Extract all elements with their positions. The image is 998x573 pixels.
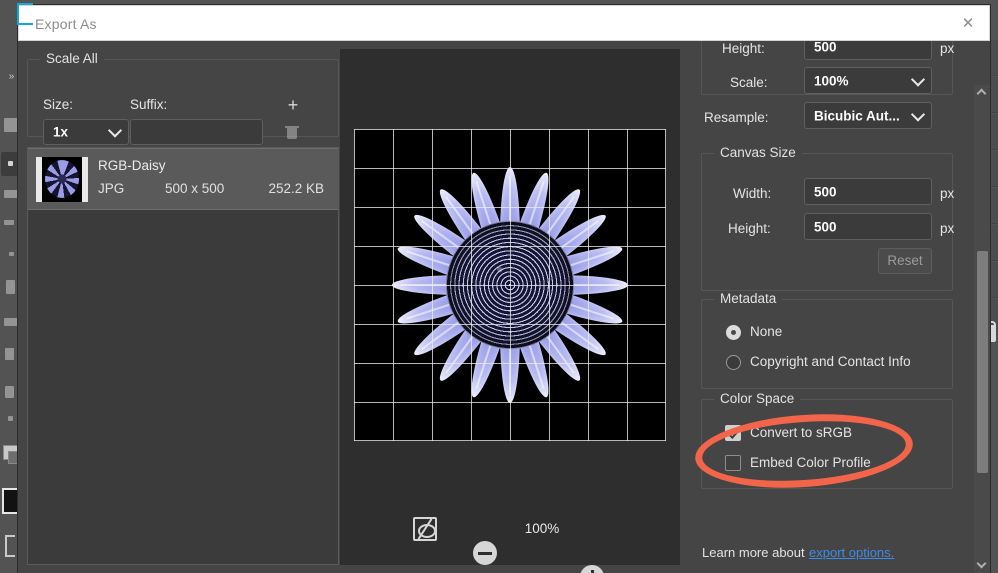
learn-more-text: Learn more about — [702, 545, 805, 560]
resample-select[interactable]: Bicubic Aut... — [804, 102, 932, 129]
suffix-input[interactable] — [130, 119, 263, 145]
export-file-list[interactable]: RGB-Daisy JPG 500 x 500 252.2 KB — [27, 147, 339, 565]
canvas-height-unit: px — [940, 221, 955, 236]
checkbox-convert-to-srgb[interactable] — [725, 425, 741, 441]
dialog-body: Scale All Size: Suffix: + 1x RGB-Daisy J… — [18, 41, 990, 573]
export-options-link[interactable]: export options. — [809, 545, 894, 560]
color-space-title: Color Space — [714, 391, 801, 406]
thumbnail-image — [45, 160, 79, 198]
scrollbar-thumb[interactable] — [977, 251, 988, 473]
canvas-width-value: 500 — [814, 184, 837, 199]
tool-type-icon[interactable] — [5, 386, 14, 398]
color-space-group: Color Space — [701, 391, 953, 489]
canvas-width-unit: px — [940, 186, 955, 201]
scale-select[interactable]: 100% — [804, 67, 932, 94]
film-strip-left — [36, 157, 42, 202]
canvas-height-value: 500 — [814, 219, 837, 234]
metadata-title: Metadata — [714, 291, 783, 306]
tool-pen-icon[interactable] — [5, 348, 14, 360]
chevron-down-icon — [910, 71, 926, 87]
focus-indicator — [17, 3, 33, 25]
film-strip-right — [82, 157, 88, 202]
fit-to-screen-icon[interactable] — [413, 517, 437, 541]
canvas-height-input[interactable]: 500 — [804, 213, 932, 240]
size-label: Size: — [43, 97, 74, 112]
zoom-level: 100% — [524, 521, 560, 536]
canvas-width-label: Width: — [733, 186, 772, 201]
thumbnail — [36, 157, 88, 202]
delete-size-button[interactable] — [285, 123, 299, 139]
export-as-dialog: Export As ✕ Scale All Size: Suffix: + 1x — [17, 3, 990, 573]
resample-label: Resample: — [704, 110, 769, 125]
list-item[interactable]: RGB-Daisy JPG 500 x 500 252.2 KB — [28, 148, 338, 210]
tool-brush-icon[interactable] — [4, 190, 18, 198]
file-dimensions: 500 x 500 — [165, 181, 225, 196]
file-format: JPG — [98, 181, 125, 196]
suffix-label: Suffix: — [130, 97, 168, 112]
size-select[interactable]: 1x — [43, 119, 129, 145]
metadata-group: Metadata — [701, 291, 953, 389]
scale-label: Scale: — [730, 75, 768, 90]
scale-select-value: 100% — [814, 73, 849, 88]
dialog-title: Export As — [35, 16, 97, 32]
canvas-size-title: Canvas Size — [714, 145, 802, 160]
add-size-button[interactable]: + — [284, 96, 302, 114]
convert-to-srgb-label: Convert to sRGB — [750, 425, 853, 440]
screen-mode-icon[interactable] — [5, 535, 15, 557]
tool-lasso-icon[interactable] — [4, 118, 18, 132]
image-height-input[interactable]: 500 — [804, 41, 932, 60]
left-column: Scale All Size: Suffix: + 1x RGB-Daisy J… — [27, 49, 339, 565]
radio-metadata-none[interactable] — [726, 325, 741, 340]
size-select-value: 1x — [53, 124, 69, 140]
preview-panel: 100% — [340, 49, 680, 573]
canvas-width-input[interactable]: 500 — [804, 178, 932, 205]
radio-metadata-copyright[interactable] — [726, 355, 741, 370]
tool-blur-icon[interactable] — [4, 318, 18, 326]
image-height-value: 500 — [814, 41, 837, 54]
preview-toolbar: 100% — [340, 517, 680, 573]
file-size: 252.2 KB — [268, 181, 324, 196]
dialog-titlebar: Export As ✕ — [17, 3, 990, 41]
file-name: RGB-Daisy — [98, 158, 166, 173]
tool-hand-icon[interactable] — [8, 416, 13, 421]
chevron-down-icon — [107, 123, 123, 138]
metadata-copyright-label: Copyright and Contact Info — [750, 354, 911, 369]
minus-circle-icon[interactable] — [473, 541, 497, 565]
scroll-down-icon[interactable] — [974, 557, 990, 573]
height-label: Height: — [722, 41, 765, 56]
resample-select-value: Bicubic Aut... — [814, 108, 900, 123]
tool-clone-icon[interactable] — [6, 280, 15, 294]
preview-grid-overlay — [354, 129, 666, 441]
embed-color-profile-label: Embed Color Profile — [750, 455, 871, 470]
height-unit: px — [940, 41, 955, 56]
close-icon[interactable]: ✕ — [957, 14, 979, 34]
options-scrollbar[interactable] — [974, 85, 990, 573]
right-options-column: Height: 500 px Scale: 100% Resample: Bic… — [682, 41, 972, 573]
checkbox-embed-color-profile[interactable] — [725, 455, 741, 471]
scale-all-title: Scale All — [40, 51, 104, 66]
canvas-height-label: Height: — [728, 221, 771, 236]
metadata-none-label: None — [750, 324, 783, 339]
reset-button[interactable]: Reset — [878, 248, 932, 274]
plus-circle-icon[interactable] — [580, 565, 604, 573]
scroll-up-icon[interactable] — [974, 85, 990, 101]
tool-eraser-icon[interactable] — [4, 220, 14, 225]
chevron-down-icon — [910, 106, 926, 122]
tool-gradient-icon[interactable] — [9, 252, 14, 256]
preview-image-container[interactable] — [354, 129, 666, 441]
